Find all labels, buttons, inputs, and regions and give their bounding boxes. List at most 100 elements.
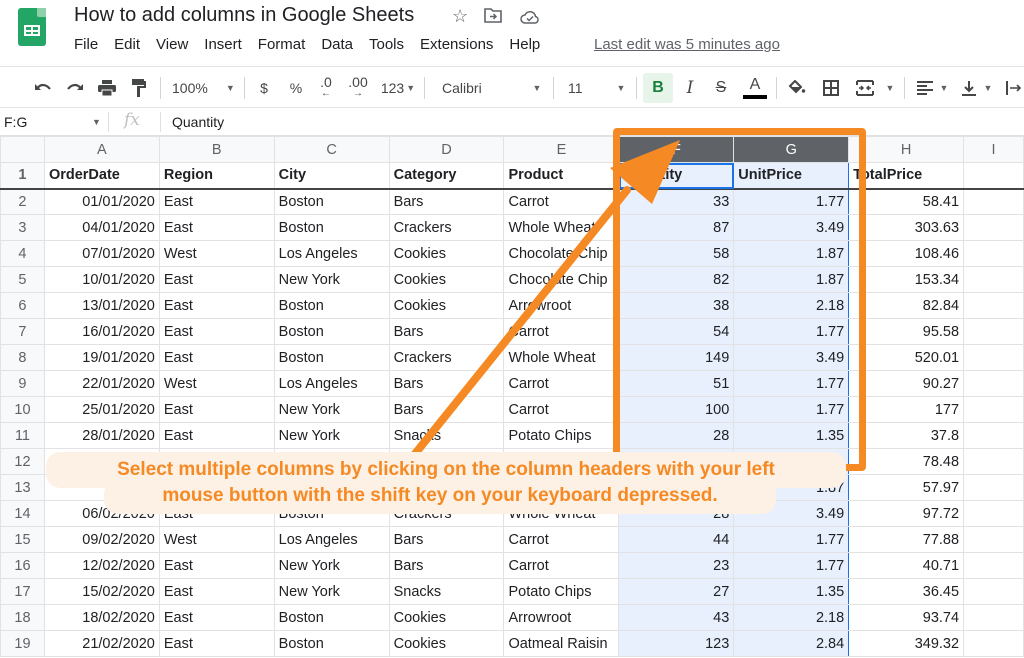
row-header[interactable]: 5 [0,266,45,293]
strikethrough-button[interactable]: S [711,76,731,100]
cell-c8[interactable]: Boston [273,344,390,371]
fill-color-icon[interactable] [786,76,808,100]
cell-h13[interactable]: 57.97 [848,474,965,501]
cell-d12[interactable] [388,448,505,475]
cell-c2[interactable]: Boston [273,188,390,215]
cell-i9[interactable] [963,370,1024,397]
menu-format[interactable]: Format [258,36,314,53]
cell-b1[interactable]: Region [158,162,275,190]
cell-e13[interactable] [503,474,620,501]
row-header[interactable]: 7 [0,318,45,345]
menu-edit[interactable]: Edit [114,36,148,53]
cell-c12[interactable] [273,448,390,475]
cell-a9[interactable]: 22/01/2020 [43,370,160,397]
cell-a18[interactable]: 18/02/2020 [43,604,160,631]
cell-c1[interactable]: City [273,162,390,190]
cell-g5[interactable]: 1.87 [733,266,850,293]
cell-i3[interactable] [963,214,1024,241]
cell-i2[interactable] [963,188,1024,215]
cell-h9[interactable]: 90.27 [848,370,965,397]
column-header-g[interactable]: G [733,136,850,163]
more-formats-button[interactable]: 123 ▼ [378,76,418,100]
chevron-down-icon[interactable]: ▼ [982,76,994,100]
borders-icon[interactable] [820,76,842,100]
cell-c19[interactable]: Boston [273,630,390,657]
italic-button[interactable]: I [680,76,700,100]
cell-c15[interactable]: Los Angeles [273,526,390,553]
cell-d4[interactable]: Cookies [388,240,505,267]
cell-e16[interactable]: Carrot [503,552,620,579]
cell-e18[interactable]: Arrowroot [503,604,620,631]
cell-f13[interactable] [618,474,735,501]
cell-d2[interactable]: Bars [388,188,505,215]
menu-data[interactable]: Data [321,36,361,53]
cell-i1[interactable] [963,162,1024,190]
cell-h19[interactable]: 349.32 [848,630,965,657]
cell-e8[interactable]: Whole Wheat [503,344,620,371]
cell-h5[interactable]: 153.34 [848,266,965,293]
row-header[interactable]: 3 [0,214,45,241]
cell-d14[interactable]: Crackers [388,500,505,527]
cell-b19[interactable]: East [158,630,275,657]
decrease-decimal-button[interactable]: .0 ← [314,75,338,100]
cell-h14[interactable]: 97.72 [848,500,965,527]
row-header[interactable]: 15 [0,526,45,553]
redo-icon[interactable] [64,76,86,100]
cell-g13[interactable]: 1.87 [733,474,850,501]
row-header[interactable]: 18 [0,604,45,631]
cell-b17[interactable]: East [158,578,275,605]
cell-h15[interactable]: 77.88 [848,526,965,553]
cell-d6[interactable]: Cookies [388,292,505,319]
name-box[interactable]: F:G [4,114,27,130]
cell-f3[interactable]: 87 [618,214,735,241]
cell-c4[interactable]: Los Angeles [273,240,390,267]
cell-c18[interactable]: Boston [273,604,390,631]
cell-e7[interactable]: Carrot [503,318,620,345]
vertical-align-icon[interactable] [958,76,980,100]
increase-decimal-button[interactable]: .00 → [344,75,372,100]
cell-i6[interactable] [963,292,1024,319]
text-color-button[interactable]: A [742,76,768,100]
sheets-logo-icon[interactable] [18,8,46,46]
cell-f17[interactable]: 27 [618,578,735,605]
cell-g8[interactable]: 3.49 [733,344,850,371]
cell-a5[interactable]: 10/01/2020 [43,266,160,293]
cell-h17[interactable]: 36.45 [848,578,965,605]
cell-b12[interactable] [158,448,275,475]
cell-d1[interactable]: Category [388,162,505,190]
cell-b18[interactable]: East [158,604,275,631]
cell-h3[interactable]: 303.63 [848,214,965,241]
cell-e11[interactable]: Potato Chips [503,422,620,449]
row-header[interactable]: 8 [0,344,45,371]
cell-b9[interactable]: West [158,370,275,397]
cell-i14[interactable] [963,500,1024,527]
star-icon[interactable]: ☆ [452,6,468,27]
column-header-h[interactable]: H [848,136,965,163]
cell-d5[interactable]: Cookies [388,266,505,293]
cell-g11[interactable]: 1.35 [733,422,850,449]
cell-g7[interactable]: 1.77 [733,318,850,345]
cell-a10[interactable]: 25/01/2020 [43,396,160,423]
menu-help[interactable]: Help [509,36,548,53]
cell-d16[interactable]: Bars [388,552,505,579]
cell-b6[interactable]: East [158,292,275,319]
cell-f5[interactable]: 82 [618,266,735,293]
cell-c10[interactable]: New York [273,396,390,423]
cloud-saved-icon[interactable] [520,8,540,29]
cell-d3[interactable]: Crackers [388,214,505,241]
cell-e14[interactable]: Whole Wheat [503,500,620,527]
cell-f12[interactable] [618,448,735,475]
cell-c17[interactable]: New York [273,578,390,605]
cell-g15[interactable]: 1.77 [733,526,850,553]
cell-g2[interactable]: 1.77 [733,188,850,215]
cell-b16[interactable]: East [158,552,275,579]
cell-a13[interactable]: 03/0 [43,474,160,501]
row-header[interactable]: 9 [0,370,45,397]
merge-cells-icon[interactable] [854,76,876,100]
cell-i4[interactable] [963,240,1024,267]
zoom-select[interactable]: 100% ▼ [172,76,242,100]
cell-d15[interactable]: Bars [388,526,505,553]
cell-g14[interactable]: 3.49 [733,500,850,527]
row-header[interactable]: 19 [0,630,45,657]
cell-d13[interactable] [388,474,505,501]
